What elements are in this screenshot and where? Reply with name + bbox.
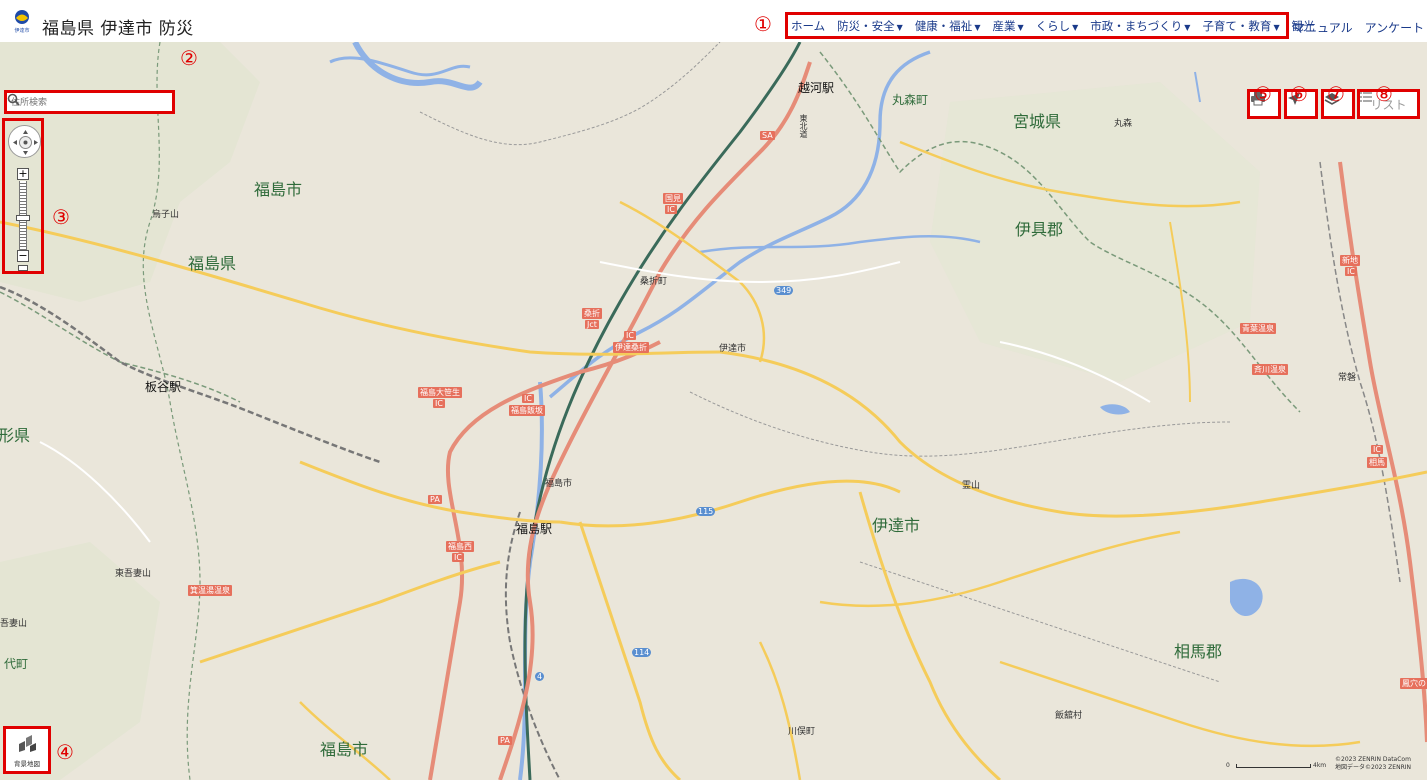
scale-bar: [1236, 764, 1311, 768]
sign-niichi-ic: IC: [1345, 267, 1357, 276]
address-search: [4, 90, 175, 114]
sign-sa: SA: [760, 131, 775, 140]
sign-fukushima-iizaka: 福島飯坂: [509, 405, 545, 416]
sign-sakura-onsen: 鳳穴の: [1400, 678, 1427, 689]
callout-7: ⑦: [1327, 82, 1345, 106]
map-label-fukushima-city-hall: 福島市: [545, 479, 573, 489]
zoom-reset-button[interactable]: [18, 265, 28, 271]
basemap-icon: [19, 735, 36, 752]
extra-nav: マニュアル アンケート: [1293, 19, 1424, 36]
basemap-button[interactable]: 背景地図: [3, 726, 51, 774]
map-label-iitate-mura: 飯舘村: [1055, 711, 1083, 721]
logo-text: 伊達市: [14, 27, 29, 34]
zoom-control: + −: [2, 118, 44, 274]
zoom-out-button[interactable]: −: [17, 250, 29, 262]
map-label-fukushima-ken: 福島県: [188, 254, 237, 273]
sign-route-349: 349: [774, 286, 794, 295]
callout-3: ③: [52, 205, 70, 229]
map-label-fukushima-shi-south: 福島市: [320, 740, 369, 759]
map-label-tohoku-expressway: 東北道: [799, 114, 808, 138]
site-title[interactable]: 福島県 伊達市 防災: [42, 14, 194, 39]
sign-aoba-onsen: 青葉温泉: [1240, 323, 1276, 334]
map-label-ryozen: 霊山: [962, 481, 981, 491]
map-canvas[interactable]: 福島市 福島県 宮城県 伊具郡 伊達市 相馬郡 福島市 丸森町 形県 丸森 越河…: [0, 42, 1427, 780]
sign-route-4: 4: [535, 672, 545, 681]
map-label-igu-gun: 伊具郡: [1015, 220, 1064, 239]
map-label-itaya-station: 板谷駅: [145, 380, 182, 394]
scale-label-min: 0: [1226, 762, 1230, 769]
map-label-eboshi: 烏子山: [152, 210, 180, 220]
map-attribution: ©2023 ZENRIN DataCom 地図データ©2023 ZENRIN: [1335, 756, 1411, 772]
basemap-label: 背景地図: [14, 760, 40, 768]
callout-8: ⑧: [1375, 82, 1393, 106]
map-label-soma-gun: 相馬郡: [1174, 642, 1223, 661]
survey-link[interactable]: アンケート: [1365, 19, 1425, 36]
sign-kunimi: 国見: [663, 193, 683, 204]
map-label-miyagi-ken: 宮城県: [1013, 112, 1062, 131]
sign-pa-2: PA: [498, 736, 512, 745]
map-label-yoyo-machi: 代町: [4, 657, 29, 671]
sign-fukushima-ohzasou-ic: IC: [433, 399, 445, 408]
map-base: [0, 42, 1427, 780]
sign-route-115: 115: [696, 507, 716, 516]
map-label-kawamata-machi: 川俣町: [788, 727, 816, 737]
scale-label-max: 4km: [1313, 762, 1327, 769]
sign-fudou-onsen: 箕温湯温泉: [188, 585, 232, 596]
map-label-azuma: 吾妻山: [0, 619, 28, 629]
attribution-line-1: ©2023 ZENRIN DataCom: [1335, 756, 1411, 763]
map-label-koshigo-station: 越河駅: [798, 81, 835, 95]
sign-soma-ic: IC: [1371, 445, 1383, 454]
sign-fukushima-ohzasou: 福島大笹生: [418, 387, 462, 398]
nav-highlight: [785, 12, 1289, 39]
map-label-higashi-azuma: 東吾妻山: [115, 569, 152, 579]
map-label-fukushima-station: 福島駅: [516, 522, 553, 536]
map-label-marumori: 丸森: [1114, 119, 1133, 129]
map-label-date-shi: 伊達市: [872, 516, 921, 535]
map-label-fukushima-shi: 福島市: [254, 180, 303, 199]
pan-arrows-icon: [13, 130, 38, 155]
sign-kunimi-ic: IC: [665, 205, 677, 214]
sign-date-kori-ic: IC: [624, 331, 636, 340]
map-label-marumori-machi: 丸森町: [892, 93, 929, 107]
zoom-slider-thumb[interactable]: [16, 215, 30, 221]
sign-soma: 相馬: [1367, 457, 1387, 468]
sign-pa-1: PA: [428, 495, 442, 504]
list-icon: [1360, 92, 1372, 102]
app-header: 伊達市 福島県 伊達市 防災 ホーム 防災・安全 ▼ 健康・福祉 ▼ 産業 ▼ くらし ▼ 市政・…: [0, 0, 1427, 42]
pan-control[interactable]: [8, 125, 41, 158]
callout-1: ①: [754, 12, 772, 36]
sign-kori: 桑折: [582, 308, 602, 319]
attribution-line-2: 地図データ©2023 ZENRIN: [1335, 764, 1411, 771]
callout-4: ④: [56, 740, 74, 764]
map-label-yamagata-ken: 形県: [0, 426, 31, 445]
sign-fukushima-iizaka-ic: IC: [522, 394, 534, 403]
search-icon[interactable]: [7, 93, 20, 106]
callout-6: ⑥: [1290, 82, 1308, 106]
city-logo-icon[interactable]: 伊達市: [10, 8, 34, 36]
map-label-kori-machi: 桑折町: [640, 277, 668, 287]
manual-link[interactable]: マニュアル: [1293, 19, 1353, 36]
callout-5: ⑤: [1254, 82, 1272, 106]
sign-fukushima-nishi: 福島西: [446, 541, 474, 552]
map-label-jokoji: 常磐: [1338, 373, 1357, 383]
sign-fukushima-nishi-ic: IC: [452, 553, 464, 562]
zoom-in-button[interactable]: +: [17, 168, 29, 180]
sign-saikawa-onsen: 斉川温泉: [1252, 364, 1288, 375]
address-search-input[interactable]: [11, 95, 151, 111]
sign-kori-jct: Jct: [585, 320, 599, 329]
callout-2: ②: [180, 46, 198, 70]
map-label-date-city-hall: 伊達市: [719, 344, 747, 354]
sign-niichi: 新地: [1340, 255, 1360, 266]
sign-date-kori: 伊達桑折: [613, 342, 649, 353]
sign-route-114: 114: [632, 648, 652, 657]
